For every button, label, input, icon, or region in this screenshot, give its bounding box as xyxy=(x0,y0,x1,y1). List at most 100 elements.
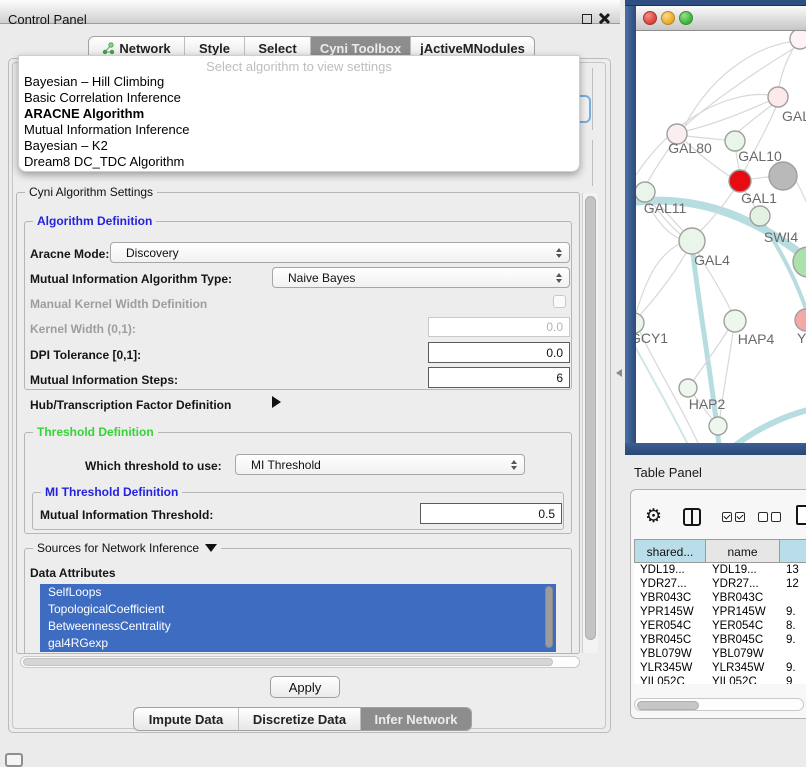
table-row[interactable]: YBR043CYBR043C xyxy=(634,591,806,605)
attribute-item[interactable]: SelfLoops xyxy=(40,584,556,601)
settings-vscrollbar-track[interactable] xyxy=(582,193,598,653)
network-node-y[interactable] xyxy=(795,309,806,331)
network-edge[interactable] xyxy=(684,41,798,127)
attribute-item[interactable]: gal4RGexp xyxy=(40,635,556,652)
unchecked-box-icon xyxy=(758,512,768,522)
table-cell: YBR045C xyxy=(706,633,780,647)
table-row[interactable]: YLR345WYLR345W9. xyxy=(634,661,806,675)
table-cell: YDL19... xyxy=(634,563,706,577)
table-cell: 9. xyxy=(780,605,806,619)
table-cell: YLR345W xyxy=(634,661,706,675)
table-hscrollbar-thumb[interactable] xyxy=(637,701,699,710)
network-node-label: GCY1 xyxy=(636,330,668,346)
table-row[interactable]: YER054CYER054C8. xyxy=(634,619,806,633)
network-node-gal4[interactable] xyxy=(679,228,705,254)
algorithm-option[interactable]: Mutual Information Inference xyxy=(19,122,579,138)
zoom-traffic-light[interactable] xyxy=(679,11,693,25)
network-node[interactable] xyxy=(790,31,806,49)
network-node-hap2[interactable] xyxy=(679,379,697,397)
mi-threshold-field[interactable]: 0.5 xyxy=(420,503,562,524)
network-node-swi4[interactable] xyxy=(750,206,770,226)
column-header-partial[interactable] xyxy=(780,539,806,563)
network-svg[interactable]: GALGAL80GAL10GAL1GAL11SWI4GAL4GCY1HAP4YH… xyxy=(636,31,806,443)
hidden-groupbox-edge xyxy=(592,140,593,186)
table-row[interactable]: YBL079WYBL079W xyxy=(634,647,806,661)
table-row[interactable]: YDL19...YDL19...13 xyxy=(634,563,806,577)
apply-button[interactable]: Apply xyxy=(270,676,340,698)
which-threshold-select[interactable]: MI Threshold xyxy=(235,454,525,475)
network-edge[interactable] xyxy=(636,243,681,313)
attribute-item[interactable]: TopologicalCoefficient xyxy=(40,601,556,618)
close-icon[interactable] xyxy=(599,13,610,24)
settings-hscrollbar-track[interactable] xyxy=(20,656,580,668)
network-node-gal1[interactable] xyxy=(729,170,751,192)
manual-kernel-checkbox[interactable] xyxy=(553,295,566,308)
mi-type-label: Mutual Information Algorithm Type: xyxy=(30,272,232,286)
network-node[interactable] xyxy=(709,417,727,435)
table-row[interactable]: YIL052CYIL052C9 xyxy=(634,675,806,684)
table-cell: 9. xyxy=(780,633,806,647)
aracne-mode-select[interactable]: Discovery xyxy=(110,242,570,263)
network-window-titlebar[interactable] xyxy=(636,6,806,31)
mi-steps-field[interactable]: 6 xyxy=(428,367,570,388)
expand-arrow-icon[interactable] xyxy=(272,396,281,408)
checked-box-icon xyxy=(722,512,732,522)
data-attributes-label: Data Attributes xyxy=(30,566,116,580)
network-node-label: HAP2 xyxy=(689,396,726,412)
hide-columns-icon[interactable] xyxy=(758,512,781,522)
settings-hscrollbar-thumb[interactable] xyxy=(23,658,553,666)
float-window-icon[interactable] xyxy=(582,14,592,24)
control-panel-titlebar[interactable]: Control Panel xyxy=(0,0,620,24)
collapse-arrow-icon[interactable] xyxy=(205,544,217,552)
minimized-panel-icon[interactable] xyxy=(5,753,23,767)
network-node-gal11[interactable] xyxy=(636,182,655,202)
network-edge[interactable] xyxy=(796,181,806,211)
algorithm-option-selected[interactable]: ARACNE Algorithm xyxy=(19,106,579,122)
algorithm-option[interactable]: Bayesian – Hill Climbing xyxy=(19,74,579,90)
mi-threshold-label: Mutual Information Threshold: xyxy=(40,508,213,522)
network-node-label: HAP4 xyxy=(738,331,775,347)
network-edge[interactable] xyxy=(751,177,770,179)
data-attributes-list: SelfLoops TopologicalCoefficient Between… xyxy=(40,584,556,652)
table-cell: YDR27... xyxy=(706,577,780,591)
column-header-shared[interactable]: shared... xyxy=(634,539,706,563)
network-view-canvas[interactable]: GALGAL80GAL10GAL1GAL11SWI4GAL4GCY1HAP4YH… xyxy=(636,31,806,443)
window-title: Control Panel xyxy=(8,12,87,27)
close-traffic-light[interactable] xyxy=(643,11,657,25)
attribute-item[interactable]: BetweennessCentrality xyxy=(40,618,556,635)
mi-steps-label: Mutual Information Steps: xyxy=(30,373,178,387)
algorithm-option[interactable]: Basic Correlation Inference xyxy=(19,90,579,106)
network-node-gal[interactable] xyxy=(768,87,788,107)
which-threshold-label: Which threshold to use: xyxy=(85,459,222,473)
attributes-scrollbar[interactable] xyxy=(545,586,553,648)
table-hscrollbar-track[interactable] xyxy=(634,698,804,711)
network-node[interactable] xyxy=(769,162,797,190)
new-table-icon[interactable] xyxy=(796,505,806,525)
dpi-tolerance-field[interactable]: 0.0 xyxy=(428,342,570,363)
column-header-name[interactable]: name xyxy=(706,539,780,563)
table-row[interactable]: YPR145WYPR145W9. xyxy=(634,605,806,619)
algorithm-dropdown-popup: Select algorithm to view settings Bayesi… xyxy=(18,55,580,172)
settings-vscrollbar-thumb[interactable] xyxy=(585,196,596,640)
table-row[interactable]: YDR27...YDR27...12 xyxy=(634,577,806,591)
network-edge[interactable] xyxy=(736,409,806,443)
algorithm-option[interactable]: Bayesian – K2 xyxy=(19,138,579,154)
tab-discretize-data[interactable]: Discretize Data xyxy=(238,708,360,730)
show-columns-icon[interactable] xyxy=(722,512,745,522)
table-cell: YER054C xyxy=(634,619,706,633)
table-cell: YER054C xyxy=(706,619,780,633)
panel-divider-handle[interactable] xyxy=(616,369,622,377)
gear-icon[interactable]: ⚙ xyxy=(645,506,662,528)
table-cell: YBR043C xyxy=(706,591,780,605)
table-row[interactable]: YBR045CYBR045C9. xyxy=(634,633,806,647)
mi-type-select[interactable]: Naive Bayes xyxy=(272,267,570,288)
stepper-arrows-icon xyxy=(511,460,517,470)
tab-infer-network[interactable]: Infer Network xyxy=(360,708,471,730)
tab-impute-data[interactable]: Impute Data xyxy=(134,708,238,730)
columns-icon[interactable] xyxy=(683,508,701,526)
kernel-width-field[interactable]: 0.0 xyxy=(428,317,570,337)
minimize-traffic-light[interactable] xyxy=(661,11,675,25)
algorithm-option[interactable]: Dream8 DC_TDC Algorithm xyxy=(19,154,579,170)
network-edge[interactable] xyxy=(686,101,769,131)
network-node-hap4[interactable] xyxy=(724,310,746,332)
